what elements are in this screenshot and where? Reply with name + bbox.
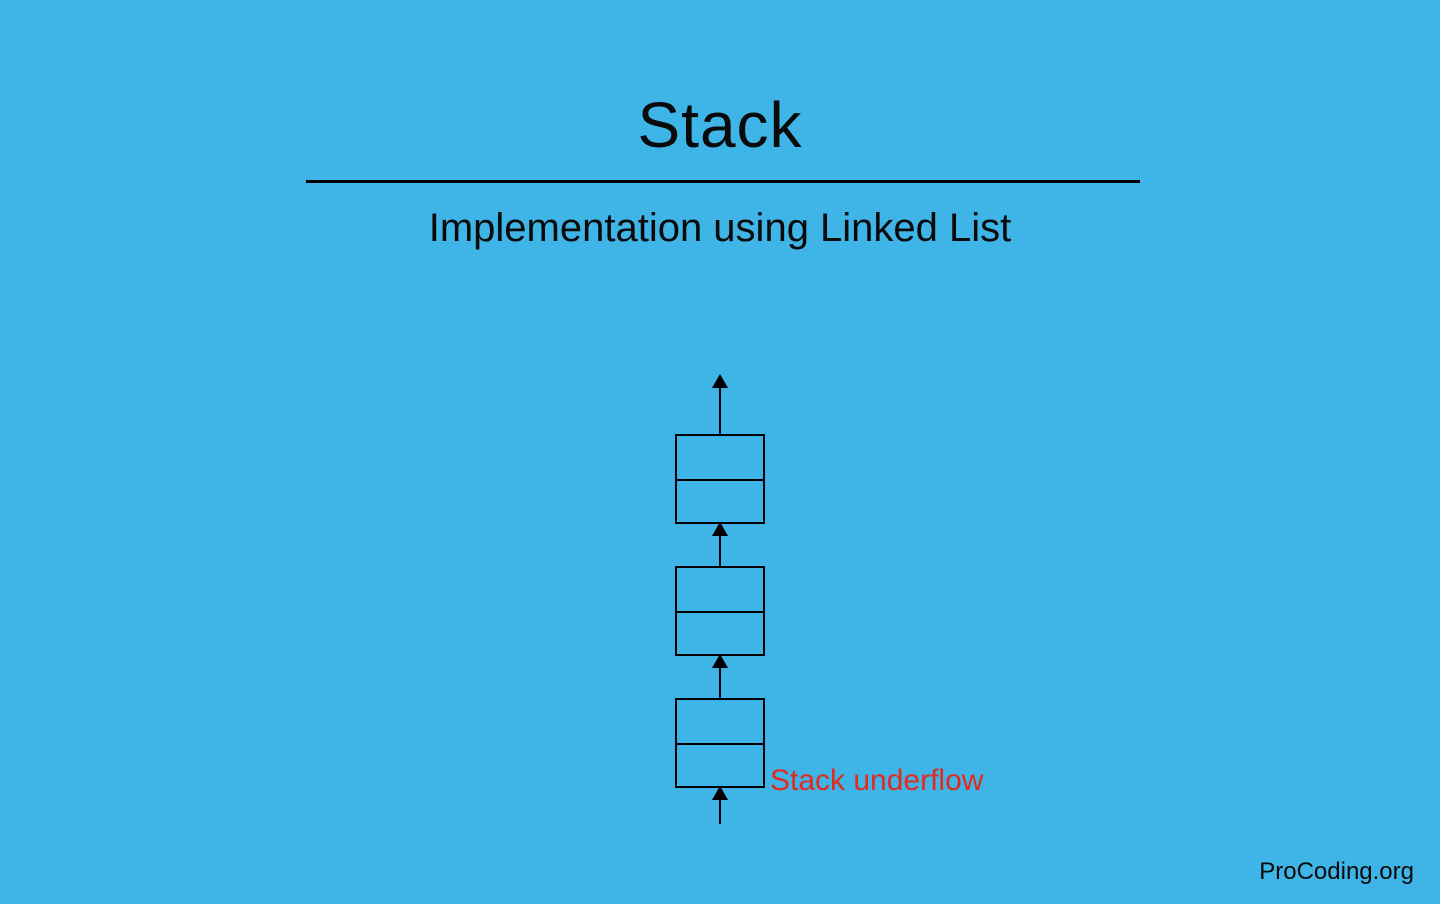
watermark-label: ProCoding.org	[1259, 858, 1414, 886]
diagram-title: Stack	[0, 88, 1440, 162]
arrow-up-icon	[719, 376, 722, 434]
arrow-up-icon	[719, 788, 722, 824]
stack-node	[675, 698, 765, 788]
arrow-up-icon	[719, 656, 722, 698]
arrow-up-icon	[719, 524, 722, 566]
stack-node	[675, 434, 765, 524]
stack-column	[675, 376, 765, 824]
diagram-subtitle: Implementation using Linked List	[0, 206, 1440, 251]
stack-underflow-label: Stack underflow	[770, 764, 983, 798]
stack-diagram	[0, 376, 1440, 824]
title-divider	[306, 180, 1140, 183]
stack-node	[675, 566, 765, 656]
